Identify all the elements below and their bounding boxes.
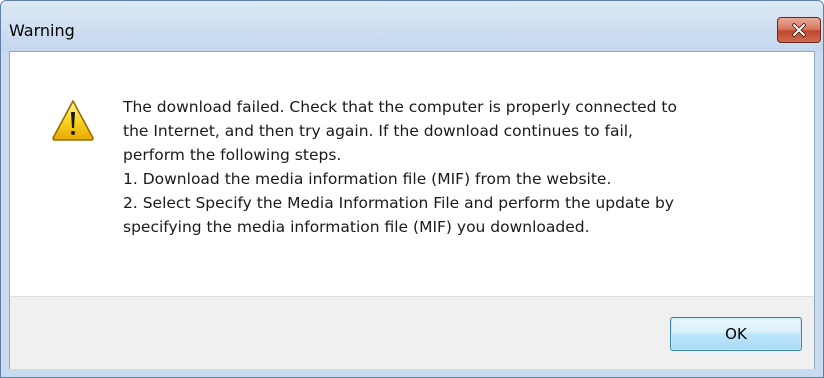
close-icon: [778, 18, 820, 42]
button-bar: OK: [10, 296, 814, 369]
message-line: perform the following steps.: [123, 146, 342, 164]
message-area: The download failed. Check that the comp…: [10, 52, 814, 296]
message-line: The download failed. Check that the comp…: [123, 98, 677, 116]
message-line: specifying the media information file (M…: [123, 218, 590, 236]
warning-dialog: Warning The download failed. Check that …: [0, 0, 824, 378]
window-title: Warning: [9, 21, 75, 40]
close-button[interactable]: [777, 17, 821, 43]
warning-icon: [51, 99, 95, 141]
ok-button[interactable]: OK: [670, 317, 802, 351]
dialog-client-area: The download failed. Check that the comp…: [9, 51, 815, 369]
message-line: the Internet, and then try again. If the…: [123, 122, 633, 140]
message-line: 2. Select Specify the Media Information …: [123, 194, 674, 212]
message-line: 1. Download the media information file (…: [123, 170, 612, 188]
title-bar[interactable]: Warning: [1, 1, 823, 51]
message-text: The download failed. Check that the comp…: [123, 95, 803, 239]
